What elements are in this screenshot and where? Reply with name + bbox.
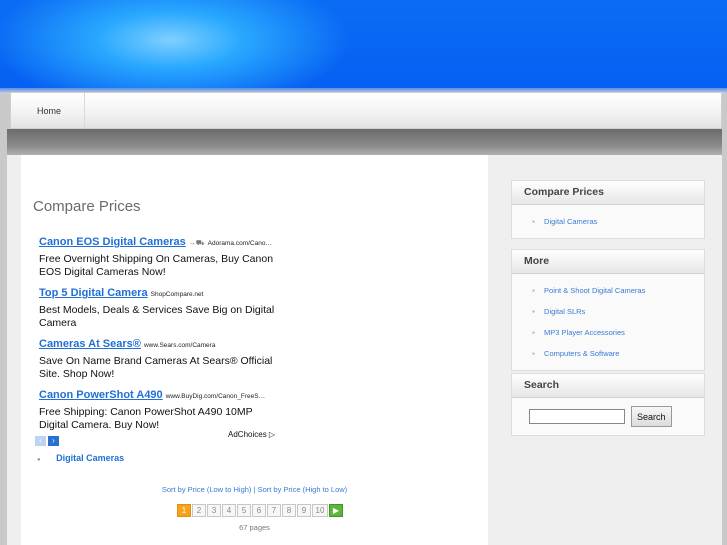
nav-home-link[interactable]: Home [33, 93, 85, 129]
adchoices-label: AdChoices [228, 430, 267, 439]
site-header-banner [0, 0, 727, 92]
sidebar-link-label: Point & Shoot Digital Cameras [544, 286, 646, 295]
category-link[interactable]: Digital Cameras [56, 453, 124, 463]
sidebar-link-label: Digital Cameras [544, 217, 598, 226]
sidebar-link-label: Computers & Software [544, 349, 620, 358]
ad-description: Free Overnight Shipping On Cameras, Buy … [39, 253, 274, 278]
ad-block: Canon EOS Digital Cameras →⛟ Adorama.com… [39, 235, 284, 439]
ad-prev-icon[interactable]: ‹ [35, 436, 46, 446]
page-title: Compare Prices [33, 198, 141, 215]
sidebar: Compare Prices ● Digital Cameras More ● Po… [511, 180, 721, 436]
ad-item: Cameras At Sears® www.Sears.com/Camera S… [39, 337, 284, 380]
bullet-icon: ● [37, 457, 41, 463]
adchoices-icon: ▷ [268, 430, 276, 439]
page-link[interactable]: 4 [222, 504, 236, 517]
page-link[interactable]: 1 [177, 504, 191, 517]
ad-pagination: ‹ › [35, 430, 61, 448]
search-input[interactable] [529, 409, 625, 424]
bullet-icon: ● [532, 218, 536, 225]
widget-title: More [512, 250, 704, 274]
ad-title-link[interactable]: Canon PowerShot A490 [39, 389, 163, 401]
pagination: 1 2 3 4 5 6 7 8 9 10 ▶ [177, 504, 343, 517]
ad-item: Top 5 Digital Camera ShopCompare.net Bes… [39, 286, 284, 329]
widget-search: Search Search [511, 373, 705, 436]
main-column: Compare Prices Canon EOS Digital Cameras… [21, 155, 488, 545]
ad-item: Canon PowerShot A490 www.BuyDig.com/Cano… [39, 388, 284, 431]
page-link[interactable]: 7 [267, 504, 281, 517]
widget-more: More ● Point & Shoot Digital Cameras ● Dig… [511, 249, 705, 371]
bullet-icon: ● [532, 287, 536, 294]
adchoices-link[interactable]: AdChoices ▷ [228, 430, 275, 439]
ad-item: Canon EOS Digital Cameras →⛟ Adorama.com… [39, 235, 284, 278]
sort-low-high-link[interactable]: Sort by Price (Low to High) [162, 485, 252, 494]
next-page-icon[interactable]: ▶ [329, 504, 343, 517]
ad-description: Best Models, Deals & Services Save Big o… [39, 304, 275, 329]
bullet-icon: ● [532, 329, 536, 336]
page-link[interactable]: 9 [297, 504, 311, 517]
page-link[interactable]: 2 [192, 504, 206, 517]
widget-title: Search [512, 374, 704, 398]
page-link[interactable]: 3 [207, 504, 221, 517]
search-button[interactable]: Search [631, 406, 672, 427]
ad-url[interactable]: www.BuyDig.com/Canon_FreeS… [166, 393, 265, 400]
sidebar-link-mp3-accessories[interactable]: ● MP3 Player Accessories [532, 322, 704, 343]
page-link[interactable]: 8 [282, 504, 296, 517]
ad-title-link[interactable]: Canon EOS Digital Cameras [39, 236, 186, 248]
sidebar-link-point-shoot[interactable]: ● Point & Shoot Digital Cameras [532, 280, 704, 301]
ad-title-link[interactable]: Top 5 Digital Camera [39, 287, 148, 299]
sort-high-low-link[interactable]: Sort by Price (High to Low) [258, 485, 348, 494]
page-content: Compare Prices Canon EOS Digital Cameras… [7, 155, 722, 545]
ad-title-link[interactable]: Cameras At Sears® [39, 338, 141, 350]
pages-count: 67 pages [239, 523, 270, 532]
sidebar-link-label: MP3 Player Accessories [544, 328, 625, 337]
sort-controls: Sort by Price (Low to High) | Sort by Pr… [21, 485, 488, 494]
sidebar-link-label: Digital SLRs [544, 307, 586, 316]
sidebar-link-computers-software[interactable]: ● Computers & Software [532, 343, 704, 364]
content-top-band [7, 129, 722, 157]
bullet-icon: ● [532, 308, 536, 315]
ad-description: Free Shipping: Canon PowerShot A490 10MP… [39, 406, 253, 431]
ad-url[interactable]: www.Sears.com/Camera [144, 342, 216, 349]
widget-compare-prices: Compare Prices ● Digital Cameras [511, 180, 705, 239]
search-form: Search [512, 398, 704, 435]
category-item: ● Digital Cameras [37, 453, 124, 463]
widget-title: Compare Prices [512, 181, 704, 205]
ad-url[interactable]: Adorama.com/Cano… [208, 240, 272, 247]
page-link[interactable]: 5 [237, 504, 251, 517]
widget-body: ● Digital Cameras [512, 205, 704, 238]
ad-arrow-icon: →⛟ [188, 240, 205, 247]
main-nav: Home [10, 92, 722, 129]
ad-url[interactable]: ShopCompare.net [151, 291, 204, 298]
page-link[interactable]: 10 [312, 504, 328, 517]
ad-next-icon[interactable]: › [48, 436, 59, 446]
widget-body: ● Point & Shoot Digital Cameras ● Digital … [512, 274, 704, 370]
ad-description: Save On Name Brand Cameras At Sears® Off… [39, 355, 273, 380]
sidebar-link-digital-cameras[interactable]: ● Digital Cameras [532, 211, 704, 232]
bullet-icon: ● [532, 350, 536, 357]
sidebar-link-digital-slrs[interactable]: ● Digital SLRs [532, 301, 704, 322]
page-link[interactable]: 6 [252, 504, 266, 517]
